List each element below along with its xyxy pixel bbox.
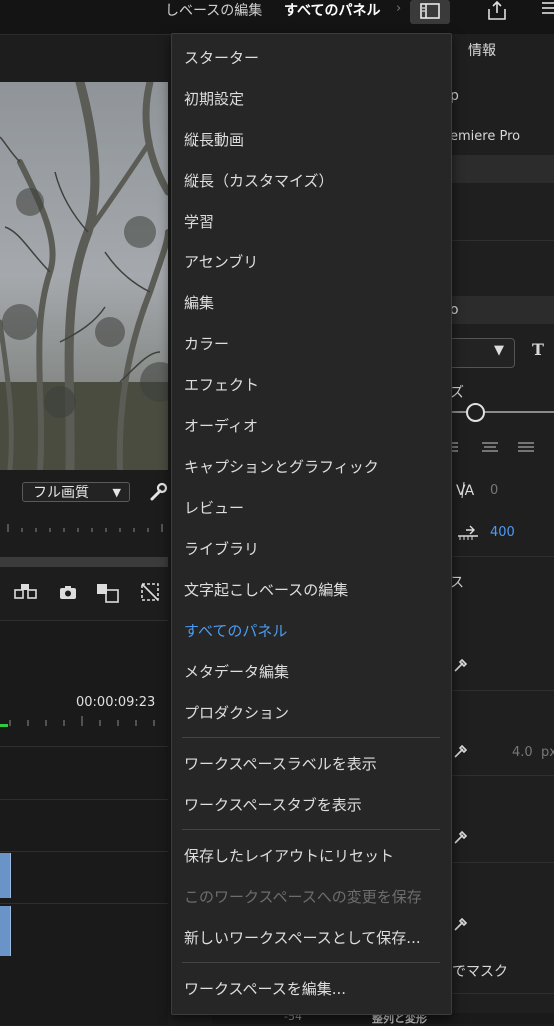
panel-divider — [450, 993, 554, 994]
track-divider — [0, 851, 168, 852]
svg-text:VA: VA — [456, 483, 475, 499]
menu-item-0-16[interactable]: プロダクション — [184, 701, 289, 725]
compare-icon[interactable] — [94, 578, 122, 606]
wrench-icon[interactable] — [148, 481, 168, 503]
timeline-timecode: 00:00:09:23 — [76, 695, 156, 710]
tracking-value[interactable]: 0 — [490, 483, 498, 498]
program-monitor-video — [0, 82, 168, 470]
menu-item-0-0[interactable]: スターター — [184, 46, 259, 70]
monitor-scrollbar[interactable] — [0, 557, 168, 567]
menu-item-0-7[interactable]: カラー — [184, 332, 229, 356]
tracking-icon: VA — [456, 480, 480, 500]
menu-item-0-4[interactable]: 学習 — [184, 210, 214, 234]
leading-icon — [456, 522, 480, 542]
menu-item-0-2[interactable]: 縦長動画 — [184, 128, 244, 152]
panel-divider — [450, 690, 554, 691]
panel-divider — [450, 240, 554, 241]
eyedropper-icon[interactable] — [452, 656, 470, 674]
menu-item-0-10[interactable]: キャプションとグラフィック — [184, 455, 379, 479]
panel-header-bar — [450, 155, 554, 183]
workspaces-menu: スターター初期設定縦長動画縦長（カスタマイズ） 学習アセンブリ編集カラーエフェクト… — [171, 33, 452, 1015]
safe-margins-icon[interactable] — [138, 578, 166, 606]
alignment-buttons — [450, 440, 554, 456]
menu-item-2-1: このワークスペースへの変更を保存 — [184, 888, 422, 906]
mask-label: でマスク — [452, 964, 508, 980]
font-select[interactable]: ▼ — [450, 338, 515, 368]
text-icon[interactable]: T — [532, 340, 544, 359]
menu-separator — [182, 737, 440, 738]
panel-label-fragment: ス — [450, 575, 464, 591]
panel-divider — [450, 775, 554, 776]
chevron-down-icon: ▼ — [112, 486, 121, 499]
camera-icon[interactable] — [55, 578, 83, 606]
menu-item-1-1[interactable]: ワークスペースタブを表示 — [184, 793, 362, 817]
panel-header-bar — [450, 296, 554, 324]
eyedropper-icon[interactable] — [452, 742, 470, 760]
track-divider — [0, 903, 168, 904]
menu-item-0-9[interactable]: オーディオ — [184, 414, 258, 438]
track-divider — [0, 799, 168, 800]
app-name-label: emiere Pro — [450, 129, 521, 144]
playback-resolution-select[interactable]: フル画質 ▼ — [22, 482, 130, 502]
menu-item-0-12[interactable]: ライブラリ — [184, 537, 259, 561]
menu-item-1-0[interactable]: ワークスペースラベルを表示 — [184, 752, 377, 776]
eyedropper-icon[interactable] — [452, 828, 470, 846]
menu-item-0-1[interactable]: 初期設定 — [184, 87, 244, 111]
menu-item-0-5[interactable]: アセンブリ — [184, 250, 258, 274]
monitor-tool-row — [0, 578, 168, 608]
panel-divider — [450, 556, 554, 557]
menu-item-0-8[interactable]: エフェクト — [184, 373, 259, 397]
chevron-down-icon: ▼ — [494, 343, 504, 358]
hamburger-icon[interactable] — [540, 0, 554, 22]
font-size-label: ズ — [450, 385, 464, 401]
panel-divider — [450, 862, 554, 863]
stroke-width-unit: px — [541, 745, 554, 760]
menu-item-0-14[interactable]: すべてのパネル — [184, 619, 287, 643]
timeline-clip[interactable] — [0, 906, 11, 956]
workspace-bar — [0, 0, 554, 35]
menu-item-2-2[interactable]: 新しいワークスペースとして保存... — [184, 926, 421, 950]
menu-item-0-3[interactable]: 縦長（カスタマイズ） — [184, 169, 334, 193]
overflow-chevron-icon[interactable]: › — [396, 1, 401, 16]
track-divider — [0, 746, 168, 747]
eyedropper-icon[interactable] — [452, 915, 470, 933]
menu-item-0-6[interactable]: 編集 — [184, 291, 214, 315]
export-frame-icon[interactable] — [12, 578, 40, 606]
quality-value: フル画質 — [33, 485, 89, 501]
monitor-ruler — [0, 520, 168, 536]
workspace-tab-all-panels[interactable]: すべてのパネル — [284, 0, 380, 22]
leading-value[interactable]: 400 — [490, 525, 515, 540]
menu-separator — [182, 829, 440, 830]
font-size-slider-thumb[interactable] — [466, 403, 485, 422]
menu-item-0-15[interactable]: メタデータ編集 — [184, 660, 289, 684]
menu-item-0-11[interactable]: レビュー — [184, 496, 244, 520]
share-icon[interactable] — [484, 0, 510, 22]
timeline-panel — [0, 620, 168, 1025]
menu-item-2-0[interactable]: 保存したレイアウトにリセット — [184, 844, 394, 868]
menu-item-0-13[interactable]: 文字起こしベースの編集 — [184, 578, 348, 602]
stroke-width-value[interactable]: 4.0 — [512, 745, 533, 760]
menu-item-3-0[interactable]: ワークスペースを編集... — [184, 977, 346, 1001]
workspaces-menu-button[interactable] — [410, 0, 450, 24]
timeline-ruler[interactable] — [0, 714, 168, 732]
work-area-indicator — [0, 724, 8, 727]
workspaces-icon — [420, 3, 440, 19]
workspace-tab-text-based-editing[interactable]: しベースの編集 — [165, 0, 262, 22]
timeline-clip[interactable] — [0, 853, 11, 898]
tab-info[interactable]: 情報 — [468, 40, 496, 60]
menu-separator — [182, 962, 440, 963]
